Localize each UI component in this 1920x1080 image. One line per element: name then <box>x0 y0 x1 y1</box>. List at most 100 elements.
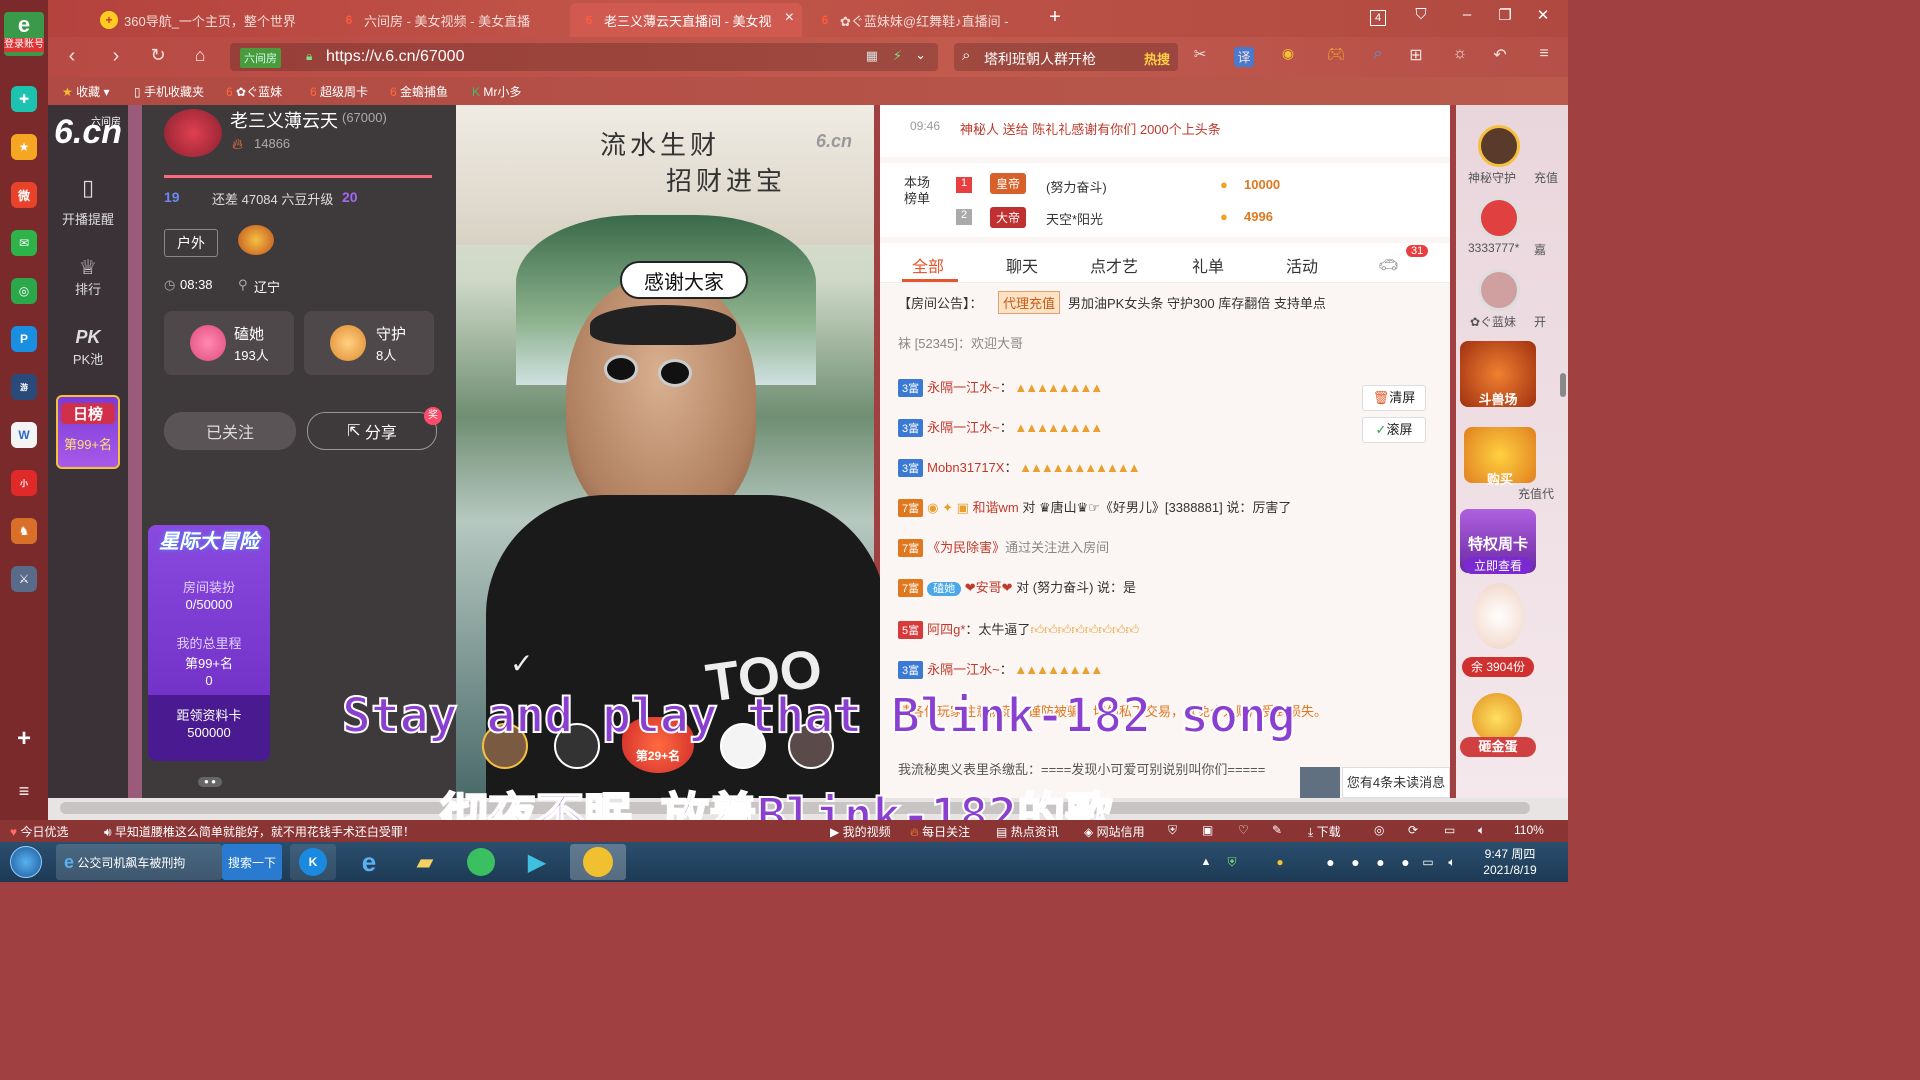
tab-count-badge[interactable]: 4 <box>1370 10 1386 26</box>
daily-picks[interactable]: ♥ 今日优选 <box>10 823 68 840</box>
follow-button[interactable]: 已关注 <box>164 412 296 450</box>
heart-outline-icon[interactable]: ♡ <box>1238 823 1249 837</box>
volume-icon[interactable]: 🔈︎ <box>1442 844 1462 880</box>
ie-icon[interactable]: e <box>346 844 392 880</box>
trophy-icon[interactable] <box>238 225 274 255</box>
undo-icon[interactable]: ↶ <box>1488 45 1512 65</box>
guard-avatar[interactable] <box>1478 197 1520 239</box>
gamepad-icon[interactable]: 🎮︎ <box>1324 45 1348 63</box>
share-button[interactable]: ⇱ 分享 <box>307 412 437 450</box>
new-tab-button[interactable]: + <box>1044 6 1066 29</box>
tray-expand-icon[interactable]: ▲ <box>1196 844 1216 880</box>
zoom-level[interactable]: 110% <box>1514 823 1544 837</box>
active-app-icon[interactable] <box>570 844 626 880</box>
brightness-icon[interactable]: ☼ <box>1448 45 1472 63</box>
browser-360-icon[interactable] <box>458 844 504 880</box>
tray-shield-icon[interactable]: ⛨ <box>1222 844 1242 880</box>
category-tag[interactable]: 户外 <box>164 229 218 257</box>
recharge-label[interactable]: 充值代 <box>1518 485 1554 502</box>
adventure-card[interactable]: 星际大冒险 房间装扮 0/50000 我的总里程 第99+名 0 距领资料卡 5… <box>148 525 270 761</box>
menu-pk-pool[interactable]: PK池 <box>48 349 128 368</box>
qr-icon[interactable]: ▦ <box>866 48 878 64</box>
chevron-down-icon[interactable]: ⌄ <box>915 47 926 63</box>
headset-icon[interactable]: ◎ <box>1374 823 1384 837</box>
shirt-icon[interactable]: ⛉ <box>1410 6 1432 23</box>
scroll-screen-button[interactable]: ✓滚屏 <box>1362 417 1426 443</box>
menu-rank[interactable]: 排行 <box>48 279 128 298</box>
avatar[interactable] <box>164 109 222 157</box>
tray-app-icon[interactable]: ● <box>1270 844 1290 880</box>
wrench-icon[interactable]: ✎ <box>1272 823 1282 837</box>
home-icon[interactable]: ⌂ <box>188 45 212 66</box>
magnifier-icon[interactable]: ⌕ <box>1366 45 1390 63</box>
lucky-cat-icon[interactable] <box>1474 583 1524 649</box>
notice-tag[interactable]: 代理充值 <box>998 291 1061 314</box>
folder-icon[interactable]: ▰ <box>402 844 448 880</box>
add-app-icon[interactable]: + <box>11 725 37 752</box>
rank-name[interactable]: 天空*阳光 <box>1046 209 1103 228</box>
golden-egg-icon[interactable] <box>1472 693 1522 743</box>
tab-360-nav[interactable]: + 360导航_一个主页，整个世界 <box>90 3 324 37</box>
game2-icon[interactable]: ♞ <box>11 518 37 544</box>
clear-screen-button[interactable]: 🗑︎清屏 <box>1362 385 1426 411</box>
plus-app-icon[interactable]: ✚ <box>11 86 37 112</box>
tab-talent[interactable]: 点才艺 <box>1090 253 1138 277</box>
bookmark-lanmei[interactable]: 6 ✿ぐ蓝妹 <box>226 83 282 100</box>
bookmark-favorites[interactable]: ★ 收藏 ▾ <box>62 83 109 100</box>
network-icon[interactable]: ▭ <box>1418 844 1438 880</box>
coin-icon[interactable]: ◉ <box>1276 45 1300 62</box>
fan-card[interactable]: 磕她 193人 <box>164 311 294 375</box>
tab-chat[interactable]: 聊天 <box>1006 253 1038 277</box>
window-icon[interactable]: ▭ <box>1444 823 1455 837</box>
site-credit[interactable]: ◈ 网站信用 <box>1084 823 1145 840</box>
tab-6cn[interactable]: 6 六间房 - 美女视频 - 美女直播 <box>330 3 564 37</box>
rank-name[interactable]: (努力奋斗) <box>1046 177 1107 196</box>
taskbar-search-button[interactable]: 搜索一下 <box>222 844 282 880</box>
bookmark-mrxiaoduo[interactable]: K Mr小多 <box>472 83 521 100</box>
guard-avatar[interactable] <box>1478 125 1520 167</box>
weibo-icon[interactable]: 微 <box>11 182 37 208</box>
pager-dots[interactable]: ● ● <box>198 777 222 787</box>
daily-follow[interactable]: 🔥︎ 每日关注 <box>910 823 970 840</box>
privilege-card[interactable]: 特权周卡 立即查看 <box>1460 509 1536 574</box>
start-button[interactable] <box>4 844 48 880</box>
news-ticker[interactable]: 🔊︎ 早知道腰椎这么简单就能好，就不用花钱手术还白受罪！ <box>104 823 415 840</box>
bookmark-mobile[interactable]: ▯ 手机收藏夹 <box>134 83 204 100</box>
scissors-icon[interactable]: ✂ <box>1188 45 1212 63</box>
chat-thumbnail[interactable] <box>1300 767 1340 798</box>
browser-logo[interactable]: e 登录账号 <box>4 12 44 56</box>
bookmark-fishing[interactable]: 6 金蟾捕鱼 <box>390 83 448 100</box>
search-input[interactable]: 塔利班朝人群开枪 <box>984 49 1096 69</box>
menu-icon[interactable]: ≡ <box>11 778 37 804</box>
k-app-icon[interactable]: K <box>290 844 336 880</box>
tab-gift-list[interactable]: 礼单 <box>1192 253 1224 277</box>
p-app-icon[interactable]: P <box>11 326 37 352</box>
day-rank-badge[interactable]: 日榜 第99+名 <box>56 395 120 469</box>
translate-icon[interactable]: 译 <box>1234 47 1254 67</box>
grid-icon[interactable]: ⊞ <box>1404 45 1428 65</box>
close-icon[interactable]: × <box>785 9 794 27</box>
sync-icon[interactable]: ⟳ <box>1408 823 1418 837</box>
rail-scrollbar[interactable] <box>1560 373 1566 397</box>
menu-icon[interactable]: ≡ <box>1532 45 1556 63</box>
unread-messages[interactable]: 您有4条未读消息 <box>1342 767 1450 798</box>
game-icon[interactable]: 游 <box>11 374 37 400</box>
arena-promo[interactable]: 斗兽场 <box>1460 341 1536 407</box>
my-videos[interactable]: ▶ 我的视频 <box>830 823 891 840</box>
buy-promo[interactable]: 购买 <box>1464 427 1536 487</box>
mail-icon[interactable]: ✉ <box>11 230 37 256</box>
hot-news[interactable]: ▤ 热点资讯 <box>996 823 1059 840</box>
guard-avatar[interactable] <box>1478 269 1520 311</box>
hot-search-badge[interactable]: 热搜 <box>1144 49 1170 68</box>
taskbar-search-news[interactable]: e 公交司机飙车被刑拘 <box>56 844 222 880</box>
volume-icon[interactable]: 🔈︎ <box>1478 823 1485 838</box>
bookmark-weekcard[interactable]: 6 超级周卡 <box>310 83 368 100</box>
search-box[interactable]: ⌕ 塔利班朝人群开枪 热搜 <box>954 43 1178 71</box>
back-icon[interactable]: ‹ <box>60 45 84 68</box>
doc-icon[interactable]: W <box>11 422 37 448</box>
star-icon[interactable]: ★ <box>11 134 37 160</box>
restore-icon[interactable]: ❐ <box>1494 6 1516 24</box>
player-icon[interactable]: ▶ <box>514 844 560 880</box>
tab-laosan-room[interactable]: 6 老三义薄云天直播间 - 美女视 × <box>570 3 802 37</box>
download-link[interactable]: ⤓ 下载 <box>1308 823 1341 840</box>
